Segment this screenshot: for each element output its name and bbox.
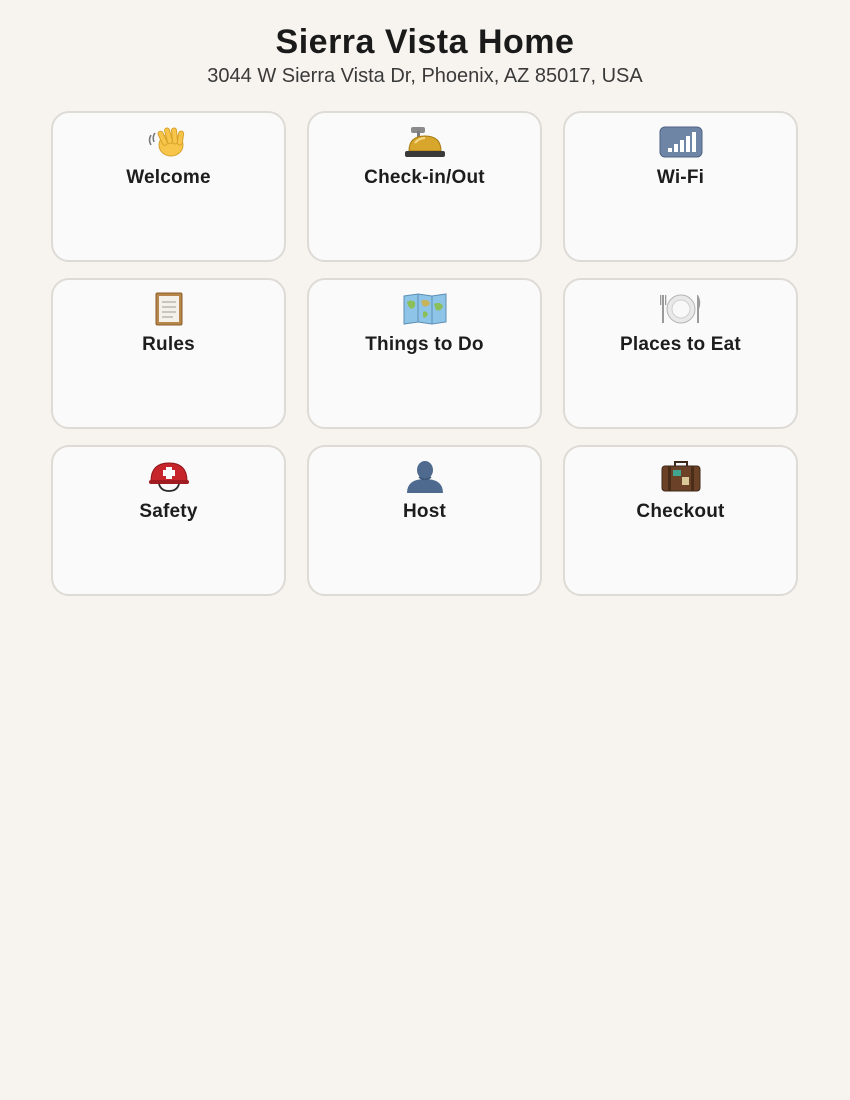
things-to-do-card[interactable]: Things to Do (307, 278, 542, 429)
check-in-out-label: Check-in/Out (364, 167, 485, 188)
things-to-do-label: Things to Do (365, 334, 484, 355)
rules-label: Rules (142, 334, 195, 355)
waving-hand-icon (147, 125, 191, 159)
fork-knife-plate-icon (659, 292, 703, 326)
welcome-card[interactable]: Welcome (51, 111, 286, 262)
bellhop-bell-icon (403, 125, 447, 159)
signal-bars-icon (659, 125, 703, 159)
property-address: 3044 W Sierra Vista Dr, Phoenix, AZ 8501… (207, 65, 643, 87)
checkout-label: Checkout (636, 501, 725, 522)
world-map-icon (403, 292, 447, 326)
person-silhouette-icon (403, 459, 447, 493)
wifi-label: Wi-Fi (656, 167, 705, 188)
safety-label: Safety (139, 501, 198, 522)
luggage-icon (659, 459, 703, 493)
wifi-card[interactable]: Wi-Fi (563, 111, 798, 262)
host-label: Host (402, 501, 447, 522)
places-to-eat-label: Places to Eat (620, 334, 741, 355)
welcome-label: Welcome (126, 167, 211, 188)
host-card[interactable]: Host (307, 445, 542, 596)
checkout-card[interactable]: Checkout (563, 445, 798, 596)
page-header: Sierra Vista Home 3044 W Sierra Vista Dr… (0, 0, 850, 88)
page-title: Sierra Vista Home (275, 23, 575, 61)
rescue-helmet-icon (147, 459, 191, 493)
rules-card[interactable]: Rules (51, 278, 286, 429)
guidebook-grid: Welcome Check-in/Out Wi-Fi Rules Things … (51, 111, 799, 596)
safety-card[interactable]: Safety (51, 445, 286, 596)
check-in-out-card[interactable]: Check-in/Out (307, 111, 542, 262)
places-to-eat-card[interactable]: Places to Eat (563, 278, 798, 429)
clipboard-icon (147, 292, 191, 326)
